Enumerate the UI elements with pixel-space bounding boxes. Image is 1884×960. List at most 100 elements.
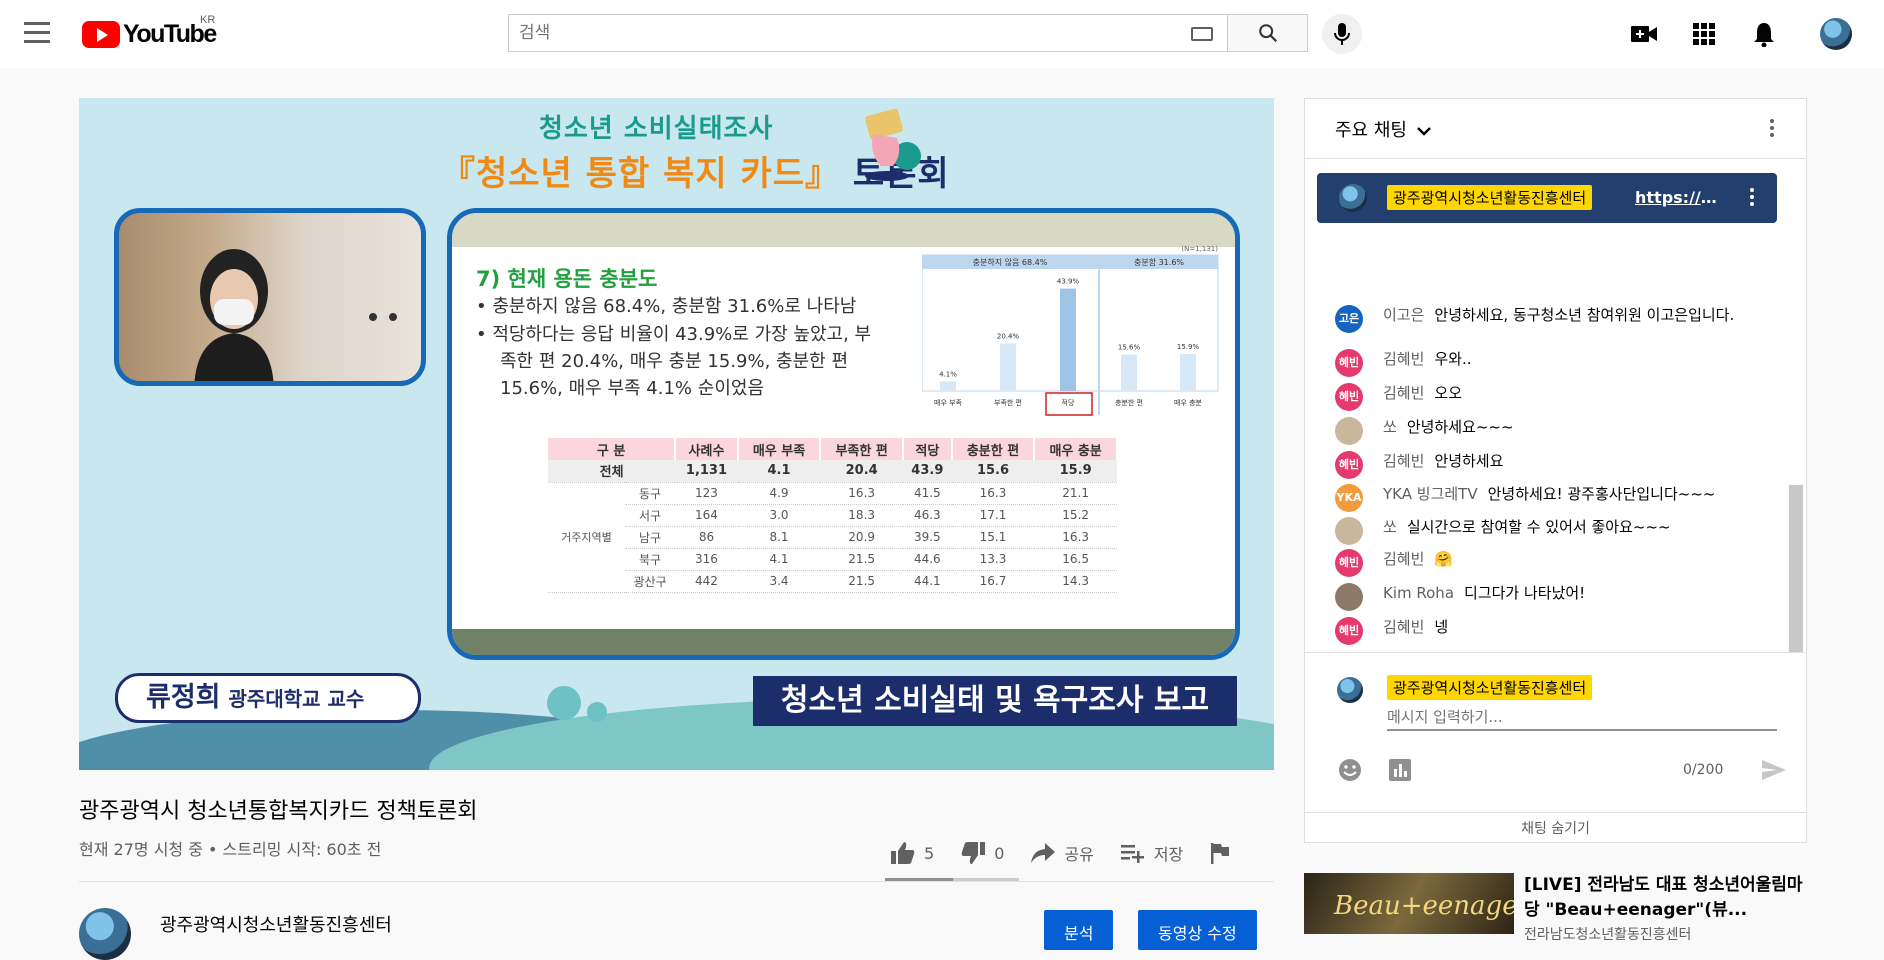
table-row: 북구 316 4.1 21.5 44.6 13.3 16.5 xyxy=(548,548,1117,571)
chat-message[interactable]: 혜빈 김혜빈 넹 xyxy=(1335,617,1755,645)
share-button[interactable]: 공유 xyxy=(1030,841,1094,865)
chat-author-avatar[interactable] xyxy=(1335,583,1363,611)
table-cell: 4.1 xyxy=(737,548,821,571)
super-chat-button[interactable] xyxy=(1387,757,1413,783)
chat-message[interactable]: 혜빈 김혜빈 안녕하세요 xyxy=(1335,451,1755,479)
chat-message[interactable]: 혜빈 김혜빈 우와.. xyxy=(1335,349,1755,377)
chat-message-input[interactable] xyxy=(1387,705,1777,731)
table-header-cell: 구 분 xyxy=(548,438,677,460)
table-cell: 8.1 xyxy=(737,526,821,549)
chat-message[interactable]: 혜빈 김혜빈 🤗 xyxy=(1335,549,1755,577)
chat-author-name[interactable]: 쏘 xyxy=(1383,418,1397,436)
table-cell: 동구 xyxy=(624,482,676,505)
video-camera-icon xyxy=(1631,26,1657,42)
mini-bar-chart: (N=1,131) 충분하지 않음 68.4% 충분함 31.6% 4.1% 매우… xyxy=(922,245,1219,416)
chat-message[interactable]: 고은 이고은 안녕하세요, 동구청소년 참여위원 이고은입니다. xyxy=(1335,305,1755,333)
chat-more-icon[interactable] xyxy=(1769,119,1775,139)
chat-author-name[interactable]: Kim Roha xyxy=(1383,584,1454,602)
keyboard-icon[interactable] xyxy=(1191,27,1213,41)
table-cell: 21.1 xyxy=(1034,482,1117,505)
dislike-button[interactable]: 0 xyxy=(960,841,1004,865)
chat-message-body: Kim Roha 디그다가 나타났어! xyxy=(1383,583,1585,611)
table-cell: 21.5 xyxy=(820,570,903,593)
speaker-name: 류정희 xyxy=(146,682,221,713)
chat-scrollbar[interactable] xyxy=(1789,485,1803,653)
chat-author-name[interactable]: 김혜빈 xyxy=(1383,384,1424,402)
chat-author-name[interactable]: 김혜빈 xyxy=(1383,550,1424,568)
chart-icon xyxy=(1389,759,1411,781)
video-player[interactable]: 청소년 소비실태조사 『청소년 통합 복지 카드』 토론회 7) 현재 용돈 충… xyxy=(79,98,1274,770)
flag-icon xyxy=(1211,843,1230,864)
table-header-cell: 사례수 xyxy=(675,438,739,460)
menu-icon[interactable] xyxy=(24,22,50,44)
mic-icon xyxy=(1334,23,1350,45)
chat-message-text: 실시간으로 참여할 수 있어서 좋아요~~~ xyxy=(1406,518,1671,536)
table-cell: 46.3 xyxy=(902,504,952,527)
chat-author-name[interactable]: YKA 빙그레TV xyxy=(1383,485,1478,503)
speaker-video xyxy=(114,208,426,386)
thumbnail-text: Beau+eenager xyxy=(1334,891,1514,921)
table-row: 전체 1,131 4.1 20.4 43.9 15.6 15.9 xyxy=(548,460,1117,483)
account-avatar[interactable] xyxy=(1820,18,1852,50)
table-cell: 16.3 xyxy=(820,482,903,505)
chart-value-label: 15.6% xyxy=(1118,344,1141,352)
chat-message[interactable]: Kim Roha 디그다가 나타났어! xyxy=(1335,583,1755,611)
chat-message-body: 김혜빈 오오 xyxy=(1383,383,1462,411)
table-cell: 16.3 xyxy=(951,482,1035,505)
chat-author-name[interactable]: 김혜빈 xyxy=(1383,618,1424,636)
chat-author-name[interactable]: 김혜빈 xyxy=(1383,350,1424,368)
chat-input-area: 광주광역시청소년활동진흥센터 0/200 xyxy=(1305,652,1806,812)
chat-author-avatar[interactable] xyxy=(1335,517,1363,545)
chat-author-avatar[interactable]: 고은 xyxy=(1335,305,1363,333)
chat-mode-dropdown[interactable]: 주요 채팅 xyxy=(1335,116,1431,142)
chart-bar xyxy=(1180,353,1196,391)
slide-bullet: 15.6%, 매우 부족 4.1% 순이었음 xyxy=(500,378,764,399)
hide-chat-button[interactable]: 채팅 숨기기 xyxy=(1305,812,1806,844)
edit-video-button[interactable]: 동영상 수정 xyxy=(1138,910,1257,950)
recommended-title[interactable]: [LIVE] 전라남도 대표 청소년어울림마당 "Beau+eenager"(뷰… xyxy=(1524,873,1804,923)
channel-name[interactable]: 광주광역시청소년활동진흥센터 xyxy=(160,911,392,937)
report-button[interactable] xyxy=(1209,842,1231,864)
table-cell: 17.1 xyxy=(951,504,1035,527)
chat-message-text: 안녕하세요~~~ xyxy=(1406,418,1514,436)
save-button[interactable]: 저장 xyxy=(1120,841,1183,865)
chat-author-avatar[interactable]: 혜빈 xyxy=(1335,349,1363,377)
chat-author-avatar[interactable]: 혜빈 xyxy=(1335,617,1363,645)
table-cell: 15.2 xyxy=(1034,504,1117,527)
pinned-message[interactable]: 광주광역시청소년활동진흥센터 https://c1... xyxy=(1317,173,1777,223)
create-video-button[interactable] xyxy=(1630,20,1658,48)
chat-author-name[interactable]: 쏘 xyxy=(1383,518,1397,536)
chat-author-name[interactable]: 이고은 xyxy=(1383,306,1424,324)
chat-author-avatar[interactable]: 혜빈 xyxy=(1335,383,1363,411)
emoji-button[interactable] xyxy=(1337,757,1363,783)
chat-message[interactable]: 혜빈 김혜빈 오오 xyxy=(1335,383,1755,411)
search-button[interactable] xyxy=(1228,14,1308,52)
send-button[interactable] xyxy=(1761,757,1787,783)
pinned-more-icon[interactable] xyxy=(1749,188,1755,208)
recommended-channel[interactable]: 전라남도청소년활동진흥센터 xyxy=(1524,924,1691,944)
chat-message[interactable]: YKA YKA 빙그레TV 안녕하세요! 광주홍사단입니다~~~ xyxy=(1335,484,1755,512)
chat-message[interactable]: 쏘 안녕하세요~~~ xyxy=(1335,417,1755,445)
analytics-button[interactable]: 분석 xyxy=(1044,910,1114,950)
dislike-count: 0 xyxy=(994,843,1005,863)
search-input[interactable] xyxy=(509,15,1227,51)
apps-button[interactable] xyxy=(1690,20,1718,48)
channel-avatar[interactable] xyxy=(79,908,131,960)
chat-author-avatar[interactable] xyxy=(1335,417,1363,445)
youtube-logo[interactable]: YouTube KR xyxy=(82,14,217,48)
notifications-button[interactable] xyxy=(1750,20,1778,48)
chat-author-avatar[interactable]: 혜빈 xyxy=(1335,451,1363,479)
chat-mode-label: 주요 채팅 xyxy=(1335,120,1407,141)
chat-author-avatar[interactable]: YKA xyxy=(1335,484,1363,512)
recommended-thumbnail[interactable]: Beau+eenager xyxy=(1304,873,1514,934)
divider xyxy=(79,881,1274,882)
pinned-link[interactable]: https://c1... xyxy=(1635,188,1719,207)
like-button[interactable]: 5 xyxy=(890,841,934,865)
chat-author-name[interactable]: 김혜빈 xyxy=(1383,452,1424,470)
voice-search-button[interactable] xyxy=(1322,14,1362,54)
chat-message-body: 쏘 실시간으로 참여할 수 있어서 좋아요~~~ xyxy=(1383,517,1671,545)
chat-message[interactable]: 쏘 실시간으로 참여할 수 있어서 좋아요~~~ xyxy=(1335,517,1755,545)
youtube-play-icon xyxy=(82,20,120,48)
chat-author-avatar[interactable]: 혜빈 xyxy=(1335,549,1363,577)
table-cell: 15.6 xyxy=(951,460,1035,483)
